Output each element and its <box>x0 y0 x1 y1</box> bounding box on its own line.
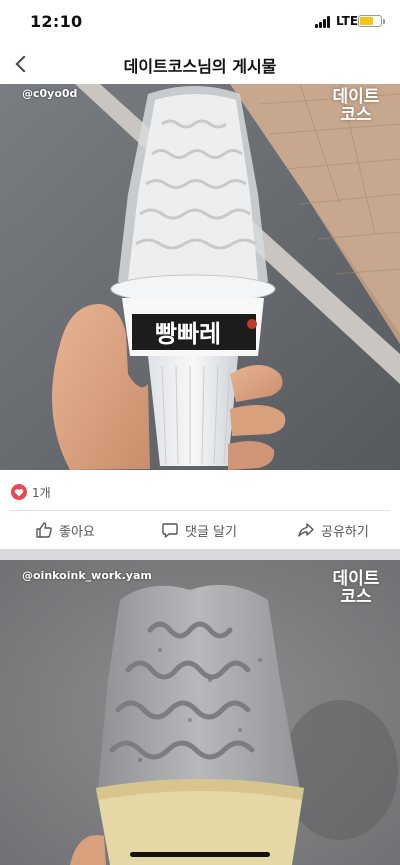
page-title: 데이트코스님의 게시물 <box>123 57 277 76</box>
battery-icon <box>358 15 382 27</box>
like-count[interactable]: 1개 <box>11 483 51 501</box>
comment-button-label: 댓글 달기 <box>185 524 237 540</box>
share-button-label: 공유하기 <box>321 524 369 540</box>
like-button[interactable]: 좋아요 <box>35 519 95 541</box>
battery-level <box>360 17 374 25</box>
post-watermark: @c0yo0d <box>22 87 78 100</box>
battery-tip <box>383 19 385 24</box>
brand-logo: 데이트 코스 <box>332 569 380 607</box>
post-photo-1[interactable]: 빵빠레 @c0yo0d 데이트 코스 <box>0 84 400 470</box>
share-button[interactable]: 공유하기 <box>297 519 369 541</box>
product-label: 빵빠레 <box>155 320 221 348</box>
brand-logo: 데이트 코스 <box>332 87 380 125</box>
network-label: LTE <box>336 14 359 28</box>
signal-icon <box>315 16 333 28</box>
comment-icon <box>162 523 178 538</box>
heart-icon <box>11 484 27 500</box>
action-bar: 좋아요 댓글 달기 공유하기 <box>0 511 400 549</box>
post-photo-2[interactable]: @oinkoink_work.yam 데이트 코스 <box>0 560 400 865</box>
like-count-label: 1개 <box>32 485 51 500</box>
comment-button[interactable]: 댓글 달기 <box>161 519 237 541</box>
status-time: 12:10 <box>30 12 83 31</box>
like-button-label: 좋아요 <box>59 524 95 540</box>
status-bar: 12:10 LTE <box>0 0 400 46</box>
post-watermark: @oinkoink_work.yam <box>22 569 152 582</box>
share-icon <box>298 523 314 537</box>
thumbs-up-icon <box>36 522 52 538</box>
ice-cream-photo-1: 빵빠레 <box>0 84 400 470</box>
home-indicator[interactable] <box>130 852 270 857</box>
nav-bar: 데이트코스님의 게시물 <box>0 46 400 84</box>
post-separator <box>0 549 400 560</box>
